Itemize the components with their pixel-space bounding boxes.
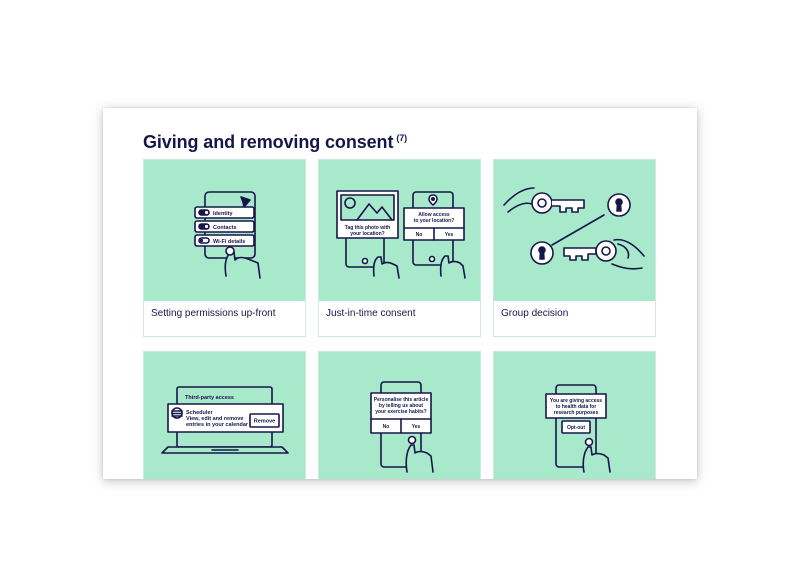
- third-party-header: Third-party access: [185, 395, 234, 401]
- illustration-permissions: Identity Contacts Wi-Fi details: [144, 160, 305, 301]
- remove-button-text: Remove: [254, 419, 275, 425]
- illustration-personalise: Personalise this article by telling us a…: [319, 352, 480, 479]
- home-button-icon: [428, 255, 436, 263]
- connection-line: [551, 214, 605, 246]
- fingertip-circle: [407, 435, 417, 445]
- section-title-text: Giving and removing consent: [143, 132, 394, 152]
- yes-button-text: Yes: [445, 232, 454, 238]
- opt-out-button-text: Opt-out: [567, 425, 585, 431]
- location-prompt-line2: to your location?: [414, 218, 455, 224]
- illustration-health-data: You are giving access to health data for…: [494, 352, 655, 479]
- home-button-icon: [361, 257, 369, 265]
- hand-icon: [507, 202, 533, 213]
- illustration-just-in-time: Tag this photo with your location? Allow…: [319, 160, 480, 301]
- hand-icon: [503, 187, 535, 206]
- card-label: Group decision: [501, 308, 569, 319]
- key-icon: [531, 192, 553, 214]
- permission-label-contacts: Contacts: [213, 225, 237, 231]
- hand-icon: [372, 256, 400, 279]
- app-desc-line2: entries in your calendar: [186, 422, 249, 428]
- prompt-line3: your exercise habits?: [375, 409, 426, 415]
- key-icon: [563, 247, 597, 261]
- card-personalise-article[interactable]: Personalise this article by telling us a…: [318, 351, 481, 479]
- card-just-in-time-consent[interactable]: Tag this photo with your location? Allow…: [318, 159, 481, 337]
- no-button-text: No: [383, 424, 390, 430]
- fingertip-circle: [225, 246, 235, 256]
- permission-label-identity: Identity: [213, 211, 233, 217]
- illustration-third-party-access: Third-party access Scheduler View, edit …: [144, 352, 305, 479]
- card-health-data-research[interactable]: You are giving access to health data for…: [493, 351, 656, 479]
- consent-section: Giving and removing consent (7) Identity …: [103, 108, 697, 479]
- fingertip-circle: [584, 437, 594, 447]
- card-label: Just-in-time consent: [326, 308, 416, 319]
- no-button-text: No: [416, 232, 423, 238]
- card-setting-permissions-up-front[interactable]: Identity Contacts Wi-Fi details Setting …: [143, 159, 306, 337]
- illustration-group-decision: [494, 160, 655, 301]
- section-title: Giving and removing consent (7): [143, 132, 407, 153]
- permission-label-wifi: Wi-Fi details: [213, 239, 245, 245]
- card-group-decision[interactable]: Group decision: [493, 159, 656, 337]
- yes-button-text: Yes: [412, 424, 421, 430]
- info-line3: research purposes: [554, 410, 599, 416]
- card-third-party-access[interactable]: Third-party access Scheduler View, edit …: [143, 351, 306, 479]
- photo-prompt-line2: your location?: [350, 231, 384, 237]
- card-label: Setting permissions up-front: [151, 308, 276, 319]
- section-count: (7): [396, 133, 408, 143]
